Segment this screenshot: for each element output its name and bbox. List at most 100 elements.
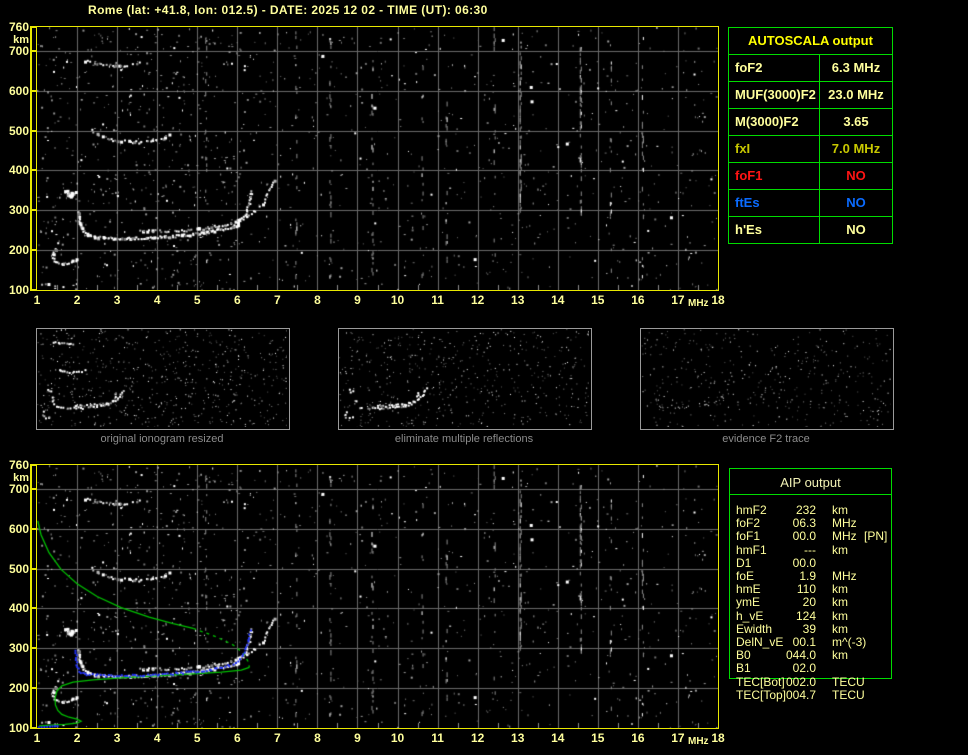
y-tick-label: 300	[8, 203, 29, 218]
thumbnail-eliminate-reflections	[338, 328, 592, 430]
aip-row-name: hmF2	[736, 503, 767, 517]
x-tick-label: 8	[314, 293, 321, 307]
autoscala-screen: Rome (lat: +41.8, lon: 012.5) - DATE: 20…	[0, 0, 968, 755]
y-tick-label: 200	[8, 681, 29, 696]
x-tick-label: 11	[431, 731, 444, 745]
autoscala-table-rows: foF2 6.3 MHz MUF(3000)F2 23.0 MHz M(3000)F2 3…	[729, 55, 892, 243]
x-tick-label: 15	[591, 731, 605, 745]
aip-row-d1: D1 00.0	[729, 555, 899, 570]
x-tick-label: 13	[511, 731, 525, 745]
aip-row-value: 39	[802, 621, 816, 636]
aip-row-foe: foE 1.9 MHz	[729, 570, 899, 583]
thumbnail-original-ionogram	[36, 328, 290, 430]
thumbnail-evidence-f2	[640, 328, 894, 430]
aip-row-name: Ewidth	[736, 621, 773, 636]
autoscala-row-label: ftEs	[729, 190, 820, 216]
x-tick-label: 18	[711, 731, 725, 745]
autoscala-row-hes: h'Es NO	[729, 217, 892, 243]
aip-row-value: 1.9	[799, 569, 816, 583]
aip-row-name: B1	[736, 661, 751, 676]
autoscala-table: AUTOSCALA output foF2 6.3 MHz MUF(3000)F2 2…	[728, 27, 893, 244]
aip-row-unit: km	[832, 648, 848, 663]
aip-row-extra: [PN]	[864, 529, 888, 544]
thumbnail-evidence-canvas	[641, 329, 891, 427]
aip-row-value: 02.0	[792, 661, 816, 676]
aip-row-name: h_vE	[736, 608, 764, 623]
autoscala-row-value: 23.0 MHz	[828, 87, 884, 102]
aip-row-name: B0	[736, 648, 751, 663]
aip-row-fof2: foF2 06.3 MHz	[729, 517, 899, 530]
x-tick-label: 18	[711, 293, 725, 307]
y-tick-label: 400	[8, 601, 29, 616]
autoscala-row-value: NO	[846, 222, 866, 237]
aip-row-unit: MHz	[832, 569, 857, 583]
x-tick-label: 6	[233, 731, 241, 745]
x-tick-label: 4	[153, 731, 161, 745]
aip-table-title: AIP output	[780, 475, 841, 490]
autoscala-row-value: 6.3 MHz	[831, 60, 881, 75]
aip-row-value: 00.0	[792, 555, 816, 570]
aip-row-unit: km	[832, 582, 848, 597]
aip-row-fof1: foF1 00.0 MHz [PN]	[729, 530, 899, 543]
autoscala-row-label: foF2	[729, 55, 820, 81]
x-tick-label: 10	[390, 731, 405, 745]
x-tick-label: 14	[551, 293, 565, 307]
aip-row-hve: h_vE 124 km	[729, 608, 899, 623]
x-tick-label: 7	[274, 731, 281, 745]
y-tick-label: 700	[8, 43, 29, 58]
aip-row-hmf2: hmF2 232 km	[729, 504, 899, 517]
aip-row-value: 20	[802, 595, 816, 610]
aip-row-hmf1: hmF1 --- km	[729, 542, 899, 557]
y-axis-unit-label: km	[13, 472, 29, 484]
x-tick-label: 15	[591, 293, 605, 307]
autoscala-row-value: NO	[846, 195, 866, 210]
autoscala-row-label: M(3000)F2	[729, 109, 820, 135]
y-tick-label: 500	[8, 561, 29, 576]
aip-table-divider	[729, 494, 892, 495]
x-tick-label: 1	[33, 731, 41, 745]
x-tick-label: 16	[631, 293, 645, 307]
autoscala-row-value: 7.0 MHz	[831, 141, 881, 156]
x-tick-label: 14	[551, 731, 565, 745]
thumbnail-caption-eliminate: eliminate multiple reflections	[394, 433, 534, 445]
y-tick-label: 700	[8, 481, 29, 496]
autoscala-row-value: NO	[846, 168, 866, 183]
thumbnail-original-canvas	[37, 329, 287, 427]
autoscala-table-title: AUTOSCALA output	[729, 28, 892, 55]
y-tick-label: 100	[8, 721, 29, 735]
aip-row-value: 00.0	[792, 529, 816, 544]
aip-row-name: hmF1	[736, 542, 767, 557]
autoscala-row-ftes: ftEs NO	[729, 190, 892, 217]
y-tick-label: 600	[8, 521, 29, 536]
x-tick-label: 9	[354, 293, 361, 307]
thumbnail-caption-original: original ionogram resized	[100, 433, 224, 445]
aip-row-unit: km	[832, 542, 848, 557]
x-tick-label: 7	[274, 293, 281, 307]
x-tick-label: 17	[671, 731, 685, 745]
x-tick-label: 12	[470, 293, 485, 307]
aip-row-delnve: DelN_vE 00.1 m^(-3)	[729, 636, 899, 649]
thumbnail-eliminate-canvas	[339, 329, 589, 427]
autoscala-row-label: MUF(3000)F2	[729, 82, 820, 108]
aip-row-unit: km	[832, 595, 848, 610]
aip-row-unit: MHz	[832, 516, 857, 531]
y-tick-label: 500	[8, 123, 29, 138]
x-axis-unit-label: MHz	[688, 298, 709, 309]
aip-row-tecbot: TEC[Bot] 002.0 TECU	[729, 674, 899, 689]
bottom-ionogram-frame	[36, 464, 719, 729]
x-tick-label: 5	[193, 731, 201, 745]
x-tick-label: 13	[511, 293, 525, 307]
x-tick-label: 6	[233, 293, 241, 307]
x-tick-label: 12	[470, 731, 485, 745]
x-tick-label: 8	[314, 731, 321, 745]
aip-row-name: D1	[736, 555, 752, 570]
aip-row-unit: TECU	[832, 674, 865, 689]
autoscala-row-label: h'Es	[729, 217, 820, 243]
x-tick-label: 11	[431, 293, 444, 307]
aip-row-value: 124	[795, 608, 816, 623]
aip-row-unit: TECU	[832, 687, 865, 702]
aip-row-value: 004.7	[785, 687, 816, 702]
y-tick-label: 300	[8, 641, 29, 656]
autoscala-row-label: fxI	[729, 136, 820, 162]
aip-row-value: ---	[804, 542, 816, 557]
